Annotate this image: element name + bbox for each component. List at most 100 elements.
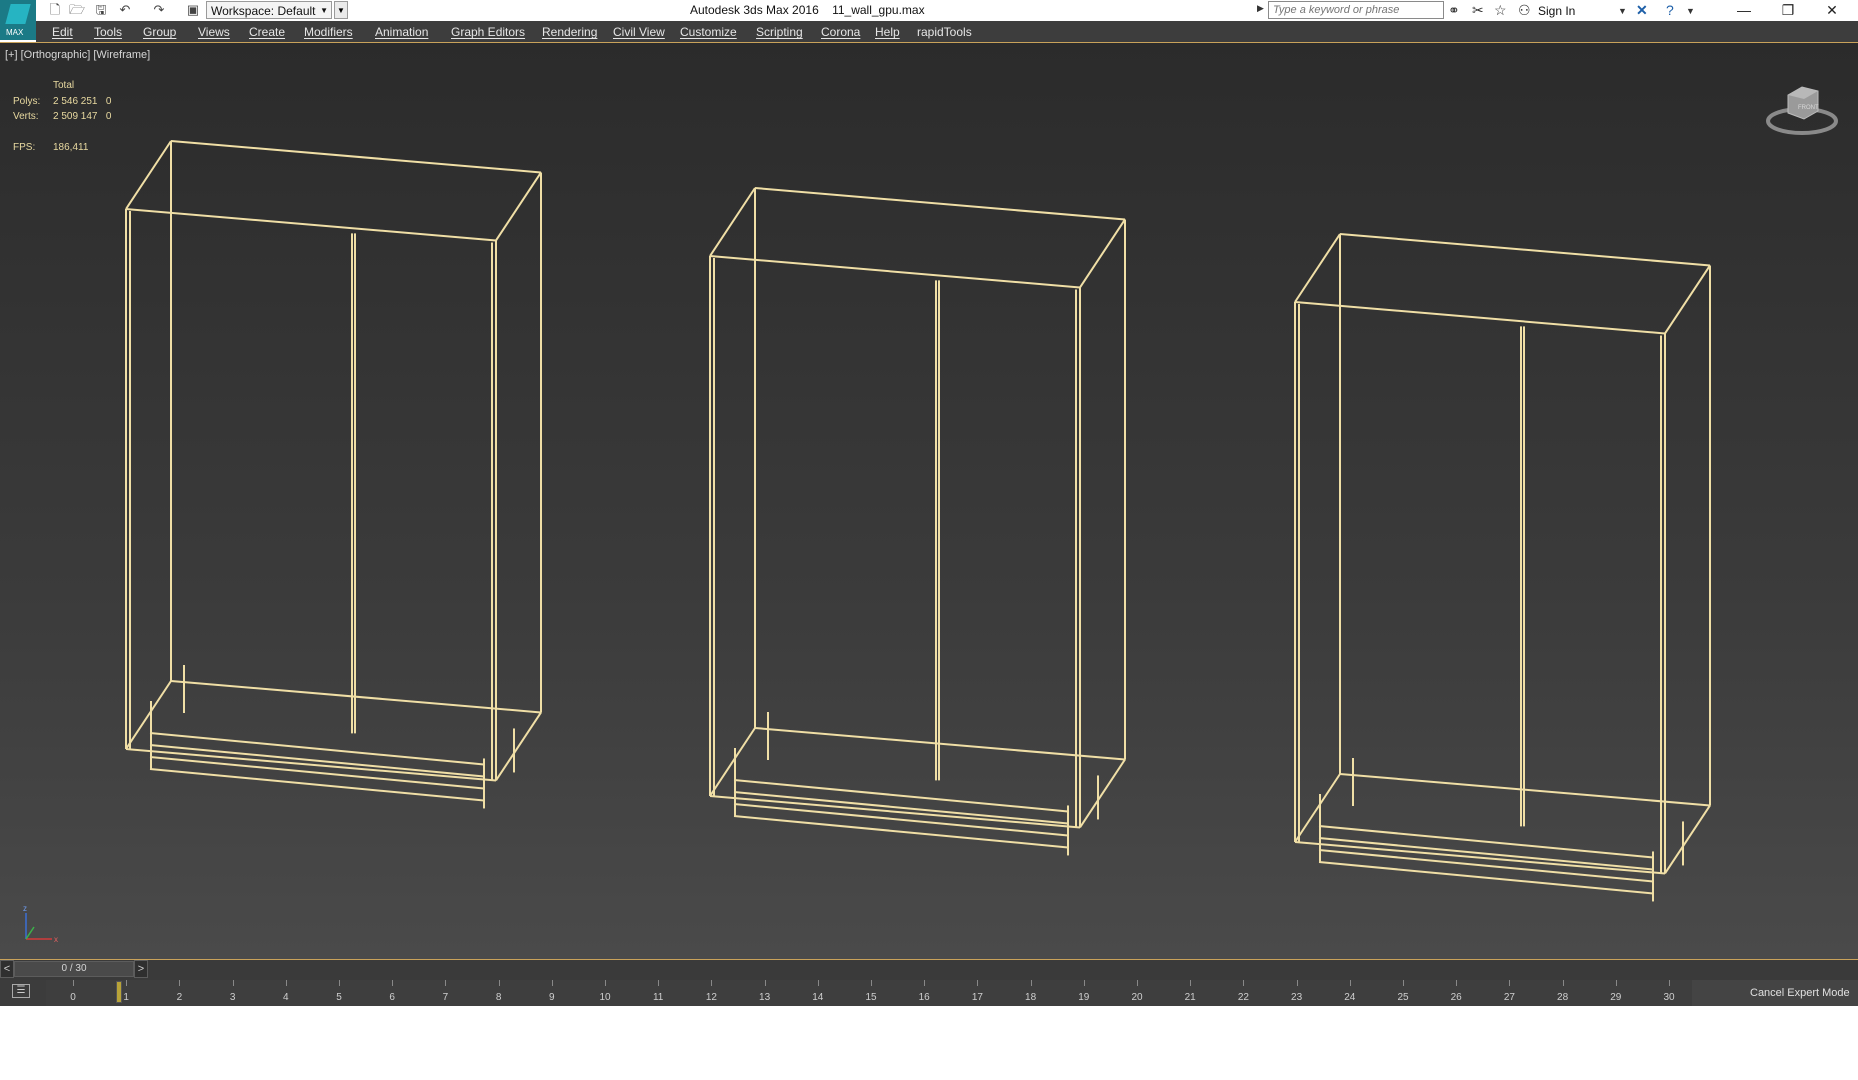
menu-graph-editors[interactable]: Graph Editors xyxy=(451,25,525,39)
timeline-tick-label: 16 xyxy=(918,992,930,1003)
menu-rapidtools[interactable]: rapidTools xyxy=(917,25,972,39)
timeline-tick xyxy=(285,980,287,986)
timeline-tick-label: 2 xyxy=(176,992,183,1003)
timeline-tick-label: 27 xyxy=(1503,992,1515,1003)
curve-editor-icon[interactable]: ☰ xyxy=(12,984,30,998)
user-icon[interactable]: ⚇ xyxy=(1518,2,1531,19)
workspace-dropdown[interactable]: Workspace: Default ▼ xyxy=(206,1,332,19)
wardrobe-edge xyxy=(1664,264,1711,335)
wardrobe-edge xyxy=(1079,218,1126,289)
menu-tools[interactable]: Tools xyxy=(94,25,122,39)
timeline-tick xyxy=(1349,980,1351,986)
menu-corona[interactable]: Corona xyxy=(821,25,860,39)
timeline-tick xyxy=(1296,980,1298,986)
wardrobe-edge xyxy=(1294,301,1666,335)
search-expand-icon[interactable]: ▶ xyxy=(1257,3,1264,14)
wardrobe-edge xyxy=(709,187,756,257)
y-axis-line xyxy=(25,926,35,940)
workspace-label: Workspace: Default xyxy=(211,4,316,18)
minimize-button[interactable]: — xyxy=(1722,0,1766,21)
timeline-tick-label: 24 xyxy=(1344,992,1356,1003)
wardrobe-edge xyxy=(1664,804,1711,875)
undo-icon[interactable]: ↶ xyxy=(116,2,134,18)
time-slider-prev-button[interactable]: < xyxy=(0,960,14,978)
time-slider-bar: < 0 / 30 > xyxy=(0,960,1858,980)
cancel-expert-mode-button[interactable]: Cancel Expert Mode xyxy=(1742,983,1858,1003)
project-folder-icon[interactable]: ▣ xyxy=(184,2,202,18)
menu-rendering[interactable]: Rendering xyxy=(542,25,597,39)
axis-tripod: z x xyxy=(23,904,58,944)
wardrobe-edge xyxy=(495,711,542,782)
wardrobe-edge xyxy=(709,795,1081,829)
timeline-tick xyxy=(605,980,606,986)
time-slider[interactable]: 0 / 30 xyxy=(14,961,134,977)
search-input[interactable] xyxy=(1268,1,1444,19)
timeline-tick xyxy=(445,980,447,986)
timeline-tick xyxy=(73,980,74,986)
wardrobe-group[interactable] xyxy=(125,140,1711,902)
menu-help[interactable]: Help xyxy=(875,25,900,39)
restore-button[interactable]: ❐ xyxy=(1766,0,1810,21)
menu-scripting[interactable]: Scripting xyxy=(756,25,803,39)
chevron-down-icon: ▼ xyxy=(320,6,328,15)
track-bar-frames[interactable]: 0 1 2 3 4 5 6 7 8 9 10 11 12 13 14 15 16 17 18 19 20 21 22 23 24… xyxy=(46,980,1692,1006)
wardrobe-edge xyxy=(125,140,172,210)
timeline-tick-label: 23 xyxy=(1291,992,1303,1003)
timeline-tick xyxy=(1562,980,1564,986)
timeline-tick-label: 1 xyxy=(123,992,129,1003)
signin-chevron-down-icon[interactable]: ▼ xyxy=(1618,6,1627,16)
menu-civil-view[interactable]: Civil View xyxy=(613,25,665,39)
timeline-tick xyxy=(1456,980,1458,986)
help-icon[interactable]: ? xyxy=(1666,2,1674,18)
binoculars-icon[interactable]: ⚭ xyxy=(1448,2,1460,19)
menu-views[interactable]: Views xyxy=(198,25,230,39)
exchange-x-icon[interactable]: ✕ xyxy=(1636,2,1648,19)
timeline-tick xyxy=(179,980,181,986)
timeline-tick xyxy=(1030,980,1032,986)
timeline-tick-label: 26 xyxy=(1450,992,1462,1003)
open-file-icon[interactable]: 🗁 xyxy=(68,2,86,18)
close-button[interactable]: ✕ xyxy=(1810,0,1854,21)
timeline-tick xyxy=(1137,980,1138,986)
timeline-tick-label: 14 xyxy=(812,992,824,1003)
current-frame-marker[interactable] xyxy=(116,981,122,1003)
wardrobe-edge xyxy=(495,171,542,242)
favorites-star-icon[interactable]: ☆ xyxy=(1494,2,1507,19)
viewport-orthographic[interactable]: [+] [Orthographic] [Wireframe] Total Pol… xyxy=(0,42,1858,960)
menu-modifiers[interactable]: Modifiers xyxy=(304,25,353,39)
wardrobe-edge xyxy=(709,727,756,797)
timeline-tick-label: 22 xyxy=(1237,992,1249,1003)
subscription-icon[interactable]: ✂ xyxy=(1472,2,1484,19)
wardrobe-edge xyxy=(125,748,497,782)
timeline-tick xyxy=(551,980,553,986)
menu-edit[interactable]: Edit xyxy=(52,25,73,39)
timeline-tick-label: 0 xyxy=(70,992,76,1003)
wardrobe-edge xyxy=(1294,841,1666,875)
redo-icon[interactable]: ↷ xyxy=(150,2,168,18)
timeline-tick-label: 20 xyxy=(1131,992,1143,1003)
new-file-icon[interactable]: 🗋 xyxy=(46,2,64,18)
title-bar: MAX 🗋 🗁 🖫 ↶ ↷ ▣ Workspace: Default ▼ ▼ A… xyxy=(0,0,1858,40)
x-axis-label: x xyxy=(54,935,58,944)
menu-customize[interactable]: Customize xyxy=(680,25,737,39)
timeline-tick xyxy=(392,980,394,986)
max-logo-label: MAX xyxy=(6,28,24,37)
workspace-options-button[interactable]: ▼ xyxy=(334,1,348,19)
timeline-tick-label: 15 xyxy=(865,992,877,1003)
wardrobe-edge xyxy=(1294,233,1341,303)
timeline-tick-label: 5 xyxy=(336,992,342,1003)
timeline-tick-label: 21 xyxy=(1184,992,1196,1003)
sign-in-link[interactable]: Sign In xyxy=(1538,4,1575,18)
app-menu-button[interactable]: MAX xyxy=(0,0,36,40)
menu-create[interactable]: Create xyxy=(249,25,285,39)
timeline-tick xyxy=(658,980,660,986)
menu-group[interactable]: Group xyxy=(143,25,176,39)
time-slider-next-button[interactable]: > xyxy=(134,960,148,978)
menu-animation[interactable]: Animation xyxy=(375,25,428,39)
wireframe-scene[interactable] xyxy=(0,43,1858,960)
help-chevron-down-icon[interactable]: ▼ xyxy=(1686,6,1695,16)
track-bar-left-panel: ☰ xyxy=(0,980,46,1006)
save-file-icon[interactable]: 🖫 xyxy=(92,2,110,18)
wardrobe-edge xyxy=(1079,758,1126,829)
timeline-tick-label: 19 xyxy=(1078,992,1090,1003)
